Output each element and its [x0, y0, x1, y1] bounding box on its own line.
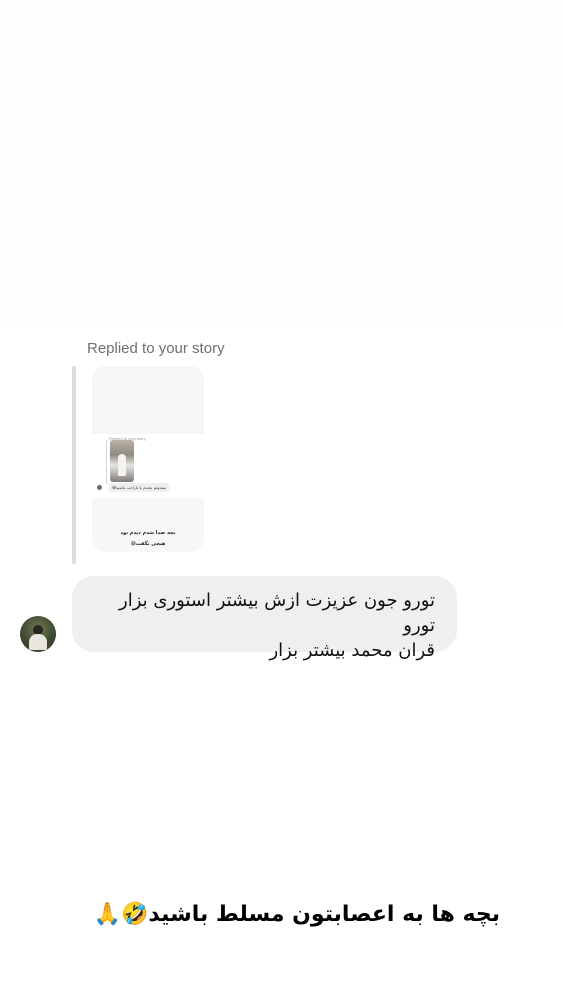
thumbnail-top-area: [92, 366, 204, 434]
story-preview-blank-area: [0, 0, 563, 328]
thumbnail-quote-bar: [106, 440, 107, 484]
message-bubble[interactable]: تورو جون عزیزت ازش بیشتر استوری بزار تور…: [72, 576, 457, 661]
thumbnail-person-figure: [118, 454, 126, 476]
message-thread: [0, 328, 563, 1000]
replied-to-story-label: Replied to your story: [87, 340, 225, 357]
thumbnail-caption-line-2: هیچی نگفت😅: [130, 541, 166, 547]
message-line-2: قران محمد بیشتر بزار: [269, 640, 435, 661]
reply-quote-bar: [72, 366, 76, 564]
overlay-caption: بچه ها به اعصابتون مسلط باشید🤣🙏: [93, 902, 500, 927]
thumbnail-message-bubble: نمیدونم بخندم یا ناراحت باشم😂: [108, 483, 171, 492]
message-line-1: تورو جون عزیزت ازش بیشتر استوری بزار تور…: [119, 590, 435, 636]
story-thumbnail[interactable]: Replied to your story نمیدونم بخندم یا ن…: [92, 366, 204, 552]
sender-avatar[interactable]: [20, 616, 56, 652]
thumbnail-avatar: [97, 485, 102, 490]
avatar-person-body: [29, 634, 47, 650]
thumbnail-caption-line-1: بچه صدا شدم دیدم بود: [120, 530, 176, 536]
thumbnail-photo: [110, 440, 134, 482]
